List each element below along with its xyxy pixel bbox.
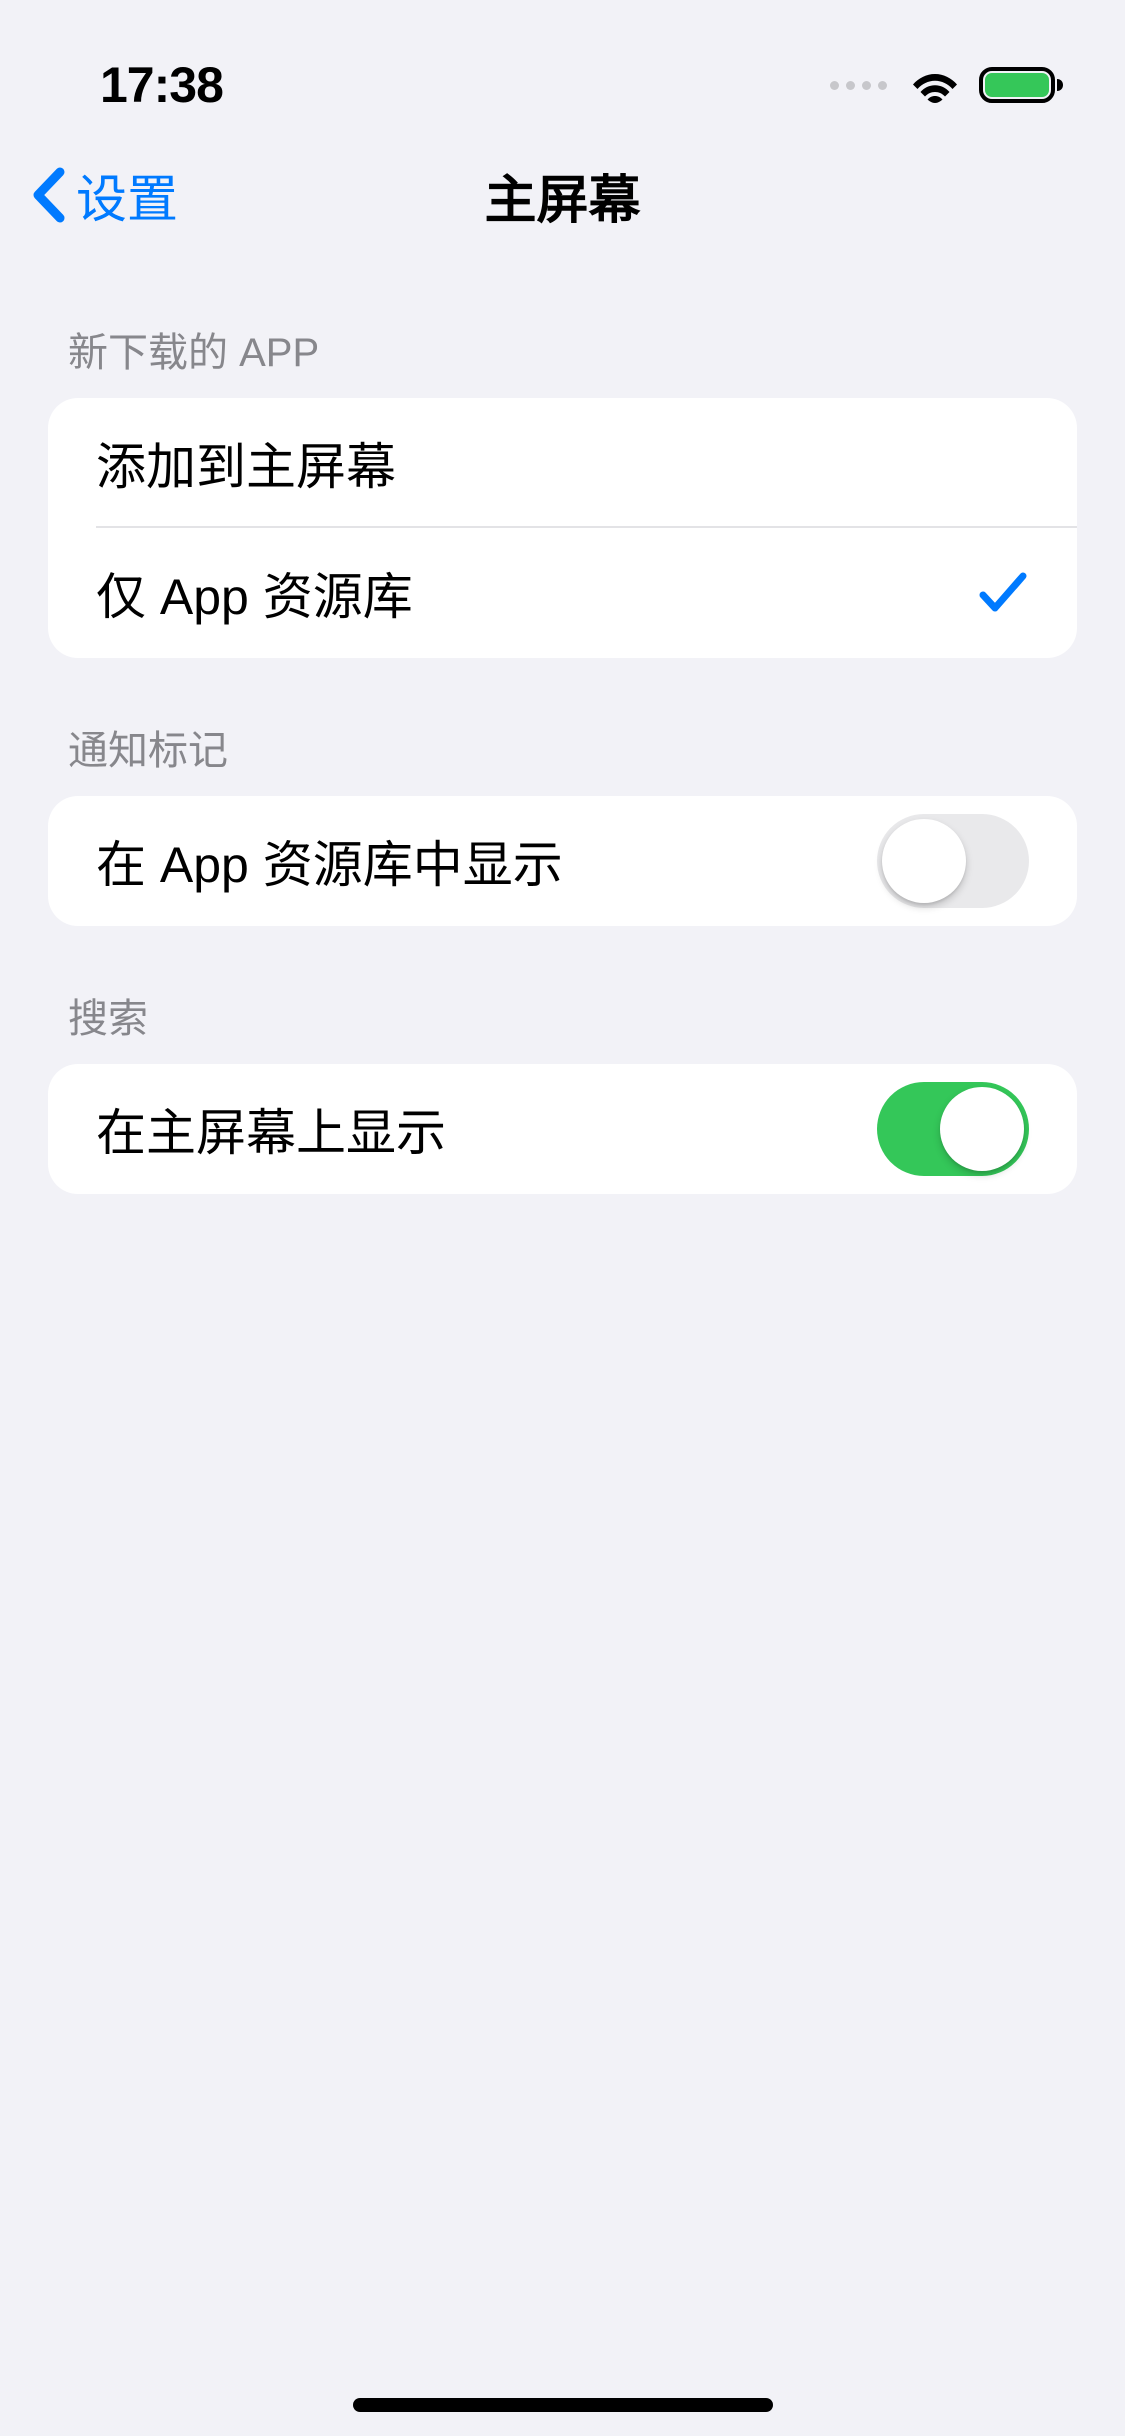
section-header-search: 搜索	[48, 926, 1077, 1064]
cell-label: 在 App 资源库中显示	[96, 825, 563, 897]
status-time: 17:38	[100, 56, 223, 114]
content: 新下载的 APP 添加到主屏幕 仅 App 资源库 通知标记 在 App 资源库…	[0, 260, 1125, 1194]
cell-label: 添加到主屏幕	[96, 427, 396, 499]
switch-show-in-app-library[interactable]	[877, 814, 1029, 908]
back-button[interactable]: 设置	[30, 158, 178, 232]
page-title: 主屏幕	[484, 158, 640, 233]
back-label: 设置	[76, 158, 178, 232]
checkmark-icon	[977, 569, 1029, 617]
cell-group-new-apps: 添加到主屏幕 仅 App 资源库	[48, 398, 1077, 658]
section-header-new-apps: 新下载的 APP	[48, 260, 1077, 398]
cell-group-search: 在主屏幕上显示	[48, 1064, 1077, 1194]
switch-show-on-home[interactable]	[877, 1082, 1029, 1176]
battery-icon	[979, 65, 1065, 105]
status-indicators	[830, 65, 1065, 105]
wifi-icon	[909, 66, 961, 104]
row-show-in-app-library: 在 App 资源库中显示	[48, 796, 1077, 926]
option-app-library-only[interactable]: 仅 App 资源库	[48, 528, 1077, 658]
cell-group-badges: 在 App 资源库中显示	[48, 796, 1077, 926]
cell-label: 在主屏幕上显示	[96, 1093, 446, 1165]
status-bar: 17:38	[0, 0, 1125, 130]
section-header-badges: 通知标记	[48, 658, 1077, 796]
home-indicator[interactable]	[353, 2398, 773, 2412]
signal-dots-icon	[830, 81, 887, 90]
navigation-bar: 设置 主屏幕	[0, 130, 1125, 260]
option-add-to-home[interactable]: 添加到主屏幕	[48, 398, 1077, 528]
cell-label: 仅 App 资源库	[96, 557, 413, 629]
row-show-on-home: 在主屏幕上显示	[48, 1064, 1077, 1194]
chevron-left-icon	[30, 166, 68, 224]
